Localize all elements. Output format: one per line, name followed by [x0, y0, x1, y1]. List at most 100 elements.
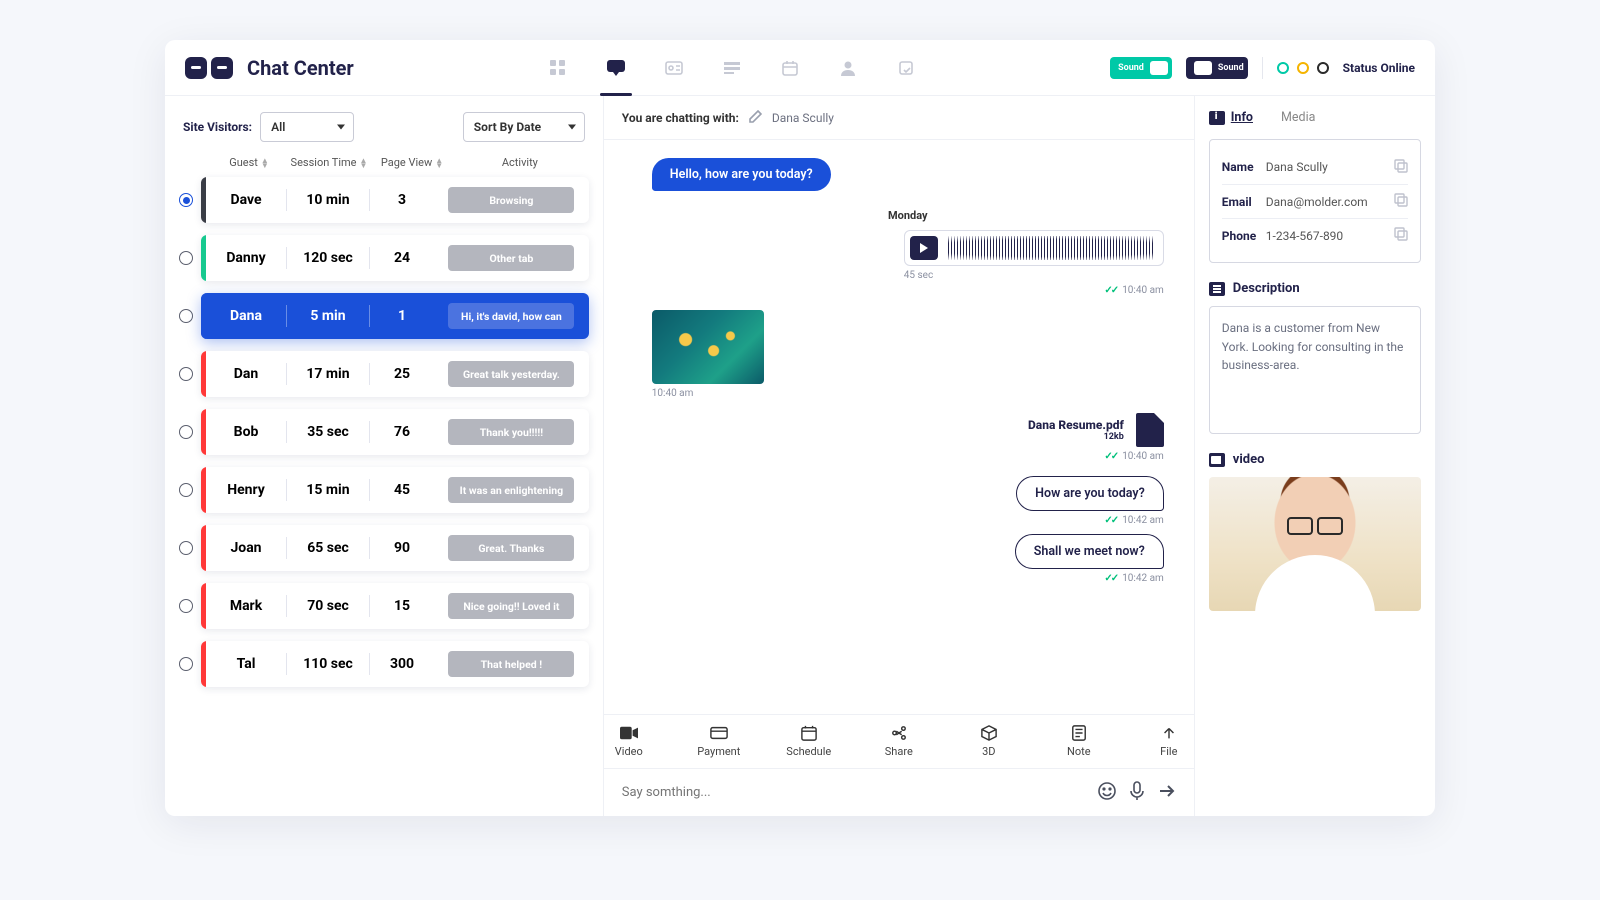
day-separator: Monday	[888, 209, 928, 222]
visitor-card[interactable]: Dan17 min25Great talk yesterday.	[201, 351, 589, 397]
visitor-row[interactable]: Henry15 min45It was an enlightening	[179, 467, 589, 513]
msg-out: Shall we meet now?	[1015, 534, 1164, 569]
sort-select[interactable]: Sort By Date	[463, 112, 585, 142]
hangup-button[interactable]: ✕	[1272, 581, 1294, 603]
glasses-decoration	[1287, 517, 1343, 531]
waveform-icon	[948, 236, 1153, 260]
action-share[interactable]: Share	[874, 725, 924, 758]
composer-input[interactable]	[622, 785, 1084, 800]
chat-header: You are chatting with: Dana Scully	[604, 96, 1194, 140]
logo-mark-icon	[185, 57, 207, 79]
msg-meta: ✓✓10:42 am	[1104, 515, 1163, 526]
visitor-radio[interactable]	[179, 367, 193, 381]
filter-select[interactable]: All	[260, 112, 354, 142]
action-payment[interactable]: Payment	[694, 725, 744, 758]
topbar: Chat Center Sound Sound Status Online	[165, 40, 1435, 96]
visitor-card[interactable]: Henry15 min45It was an enlightening	[201, 467, 589, 513]
emoji-icon[interactable]	[1098, 782, 1116, 804]
nav-dashboard-icon[interactable]	[546, 56, 570, 80]
visitor-radio[interactable]	[179, 599, 193, 613]
app-title: Chat Center	[247, 56, 354, 80]
visitor-row[interactable]: Bob35 sec76Thank you!!!!!	[179, 409, 589, 455]
copy-icon[interactable]	[1394, 159, 1408, 176]
camera-button[interactable]	[1304, 581, 1326, 603]
action-note[interactable]: Note	[1054, 725, 1104, 758]
tab-info[interactable]: Info	[1209, 110, 1253, 125]
status-dot-yellow-icon[interactable]	[1297, 62, 1309, 74]
visitor-card[interactable]: Joan65 sec90Great. Thanks	[201, 525, 589, 571]
copy-icon[interactable]	[1394, 227, 1408, 244]
visitor-session: 15 min	[287, 482, 369, 498]
visitor-pageviews: 25	[370, 366, 434, 382]
play-icon[interactable]	[910, 236, 938, 260]
visitor-row[interactable]: Joan65 sec90Great. Thanks	[179, 525, 589, 571]
nav-chat-icon[interactable]	[604, 56, 628, 80]
status-dot-dark-icon[interactable]	[1317, 62, 1329, 74]
col-session[interactable]: Session Time▲▼	[285, 156, 373, 169]
file-message[interactable]: Dana Resume.pdf 12kb	[1028, 413, 1164, 447]
tab-media[interactable]: Media	[1281, 110, 1315, 125]
sound-toggle-off[interactable]: Sound	[1186, 57, 1248, 79]
action-file[interactable]: File	[1144, 725, 1194, 758]
chat-action-bar: Video Payment Schedule Share 3D Note Fil…	[604, 714, 1194, 768]
visitor-row[interactable]: Mark70 sec15Nice going!! Loved it	[179, 583, 589, 629]
visitor-radio[interactable]	[179, 657, 193, 671]
visitor-row[interactable]: Danny120 sec24Other tab	[179, 235, 589, 281]
audio-player[interactable]	[904, 230, 1164, 266]
visitor-radio[interactable]	[179, 309, 193, 323]
status-dots[interactable]	[1277, 62, 1329, 74]
visitor-pageviews: 3	[370, 192, 434, 208]
status-dot-green-icon[interactable]	[1277, 62, 1289, 74]
nav-contacts-icon[interactable]	[662, 56, 686, 80]
visitor-radio[interactable]	[179, 425, 193, 439]
copy-icon[interactable]	[1394, 193, 1408, 210]
visitor-row[interactable]: Tal110 sec300That helped !	[179, 641, 589, 687]
action-video[interactable]: Video	[604, 725, 654, 758]
nav-profile-icon[interactable]	[836, 56, 860, 80]
image-timestamp: 10:40 am	[652, 388, 764, 399]
message-stream[interactable]: Hello, how are you today? Monday 45 sec …	[604, 140, 1194, 714]
visitor-session: 17 min	[287, 366, 369, 382]
image-thumb-icon[interactable]	[652, 310, 764, 384]
edit-icon[interactable]	[749, 110, 762, 126]
visitor-row[interactable]: Dana5 min1Hi, it's david, how can	[179, 293, 589, 339]
visitor-row[interactable]: Dave10 min3Browsing	[179, 177, 589, 223]
nav-calendar-icon[interactable]	[778, 56, 802, 80]
visitor-name: Dave	[206, 192, 286, 208]
video-icon	[1209, 453, 1225, 467]
video-header: video	[1209, 452, 1421, 467]
visitor-radio[interactable]	[179, 193, 193, 207]
video-preview[interactable]: ✕	[1209, 477, 1421, 611]
visitor-radio[interactable]	[179, 541, 193, 555]
visitor-radio[interactable]	[179, 483, 193, 497]
file-icon	[1136, 413, 1164, 447]
nav-list-icon[interactable]	[720, 56, 744, 80]
call-button[interactable]	[1336, 581, 1358, 603]
visitor-pageviews: 1	[370, 308, 434, 324]
sound-toggle-on[interactable]: Sound	[1110, 57, 1172, 79]
mic-icon[interactable]	[1130, 781, 1144, 805]
action-schedule[interactable]: Schedule	[784, 725, 834, 758]
visitor-card[interactable]: Dave10 min3Browsing	[201, 177, 589, 223]
visitor-card[interactable]: Tal110 sec300That helped !	[201, 641, 589, 687]
visitor-radio[interactable]	[179, 251, 193, 265]
action-3d[interactable]: 3D	[964, 725, 1014, 758]
visitor-card[interactable]: Mark70 sec15Nice going!! Loved it	[201, 583, 589, 629]
send-icon[interactable]	[1158, 783, 1176, 803]
contact-name-value: Dana Scully	[1266, 160, 1328, 174]
visitor-row[interactable]: Dan17 min25Great talk yesterday.	[179, 351, 589, 397]
visitor-session: 35 sec	[287, 424, 369, 440]
image-message[interactable]: 10:40 am	[652, 310, 764, 399]
nav-notes-icon[interactable]	[894, 56, 918, 80]
contact-phone-value: 1-234-567-890	[1266, 229, 1343, 243]
visitor-activity: It was an enlightening	[434, 477, 589, 503]
visitor-card[interactable]: Danny120 sec24Other tab	[201, 235, 589, 281]
col-guest[interactable]: Guest▲▼	[213, 156, 285, 169]
visitor-name: Henry	[206, 482, 286, 498]
visitor-card[interactable]: Dana5 min1Hi, it's david, how can	[201, 293, 589, 339]
chat-with-name: Dana Scully	[772, 111, 834, 125]
msg-meta: ✓✓10:42 am	[1104, 573, 1163, 584]
visitor-name: Dan	[206, 366, 286, 382]
visitor-card[interactable]: Bob35 sec76Thank you!!!!!	[201, 409, 589, 455]
col-pageview[interactable]: Page View▲▼	[373, 156, 451, 169]
